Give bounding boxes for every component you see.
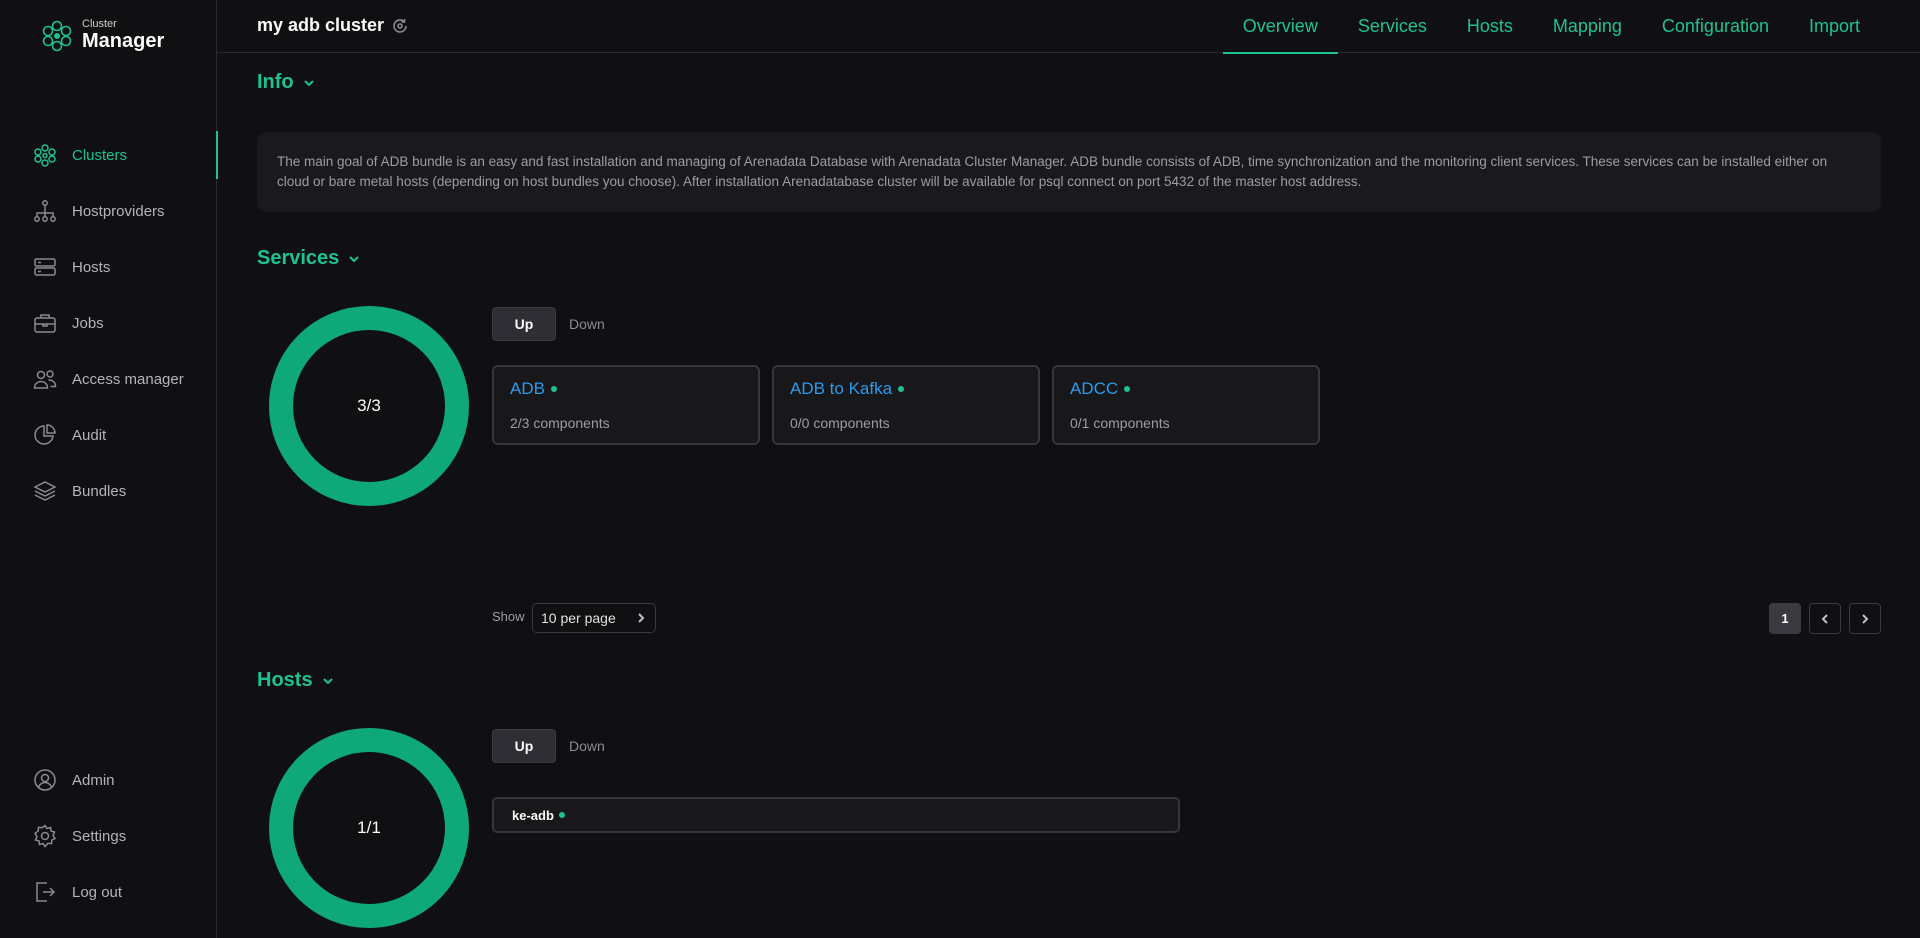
sidebar-item-label: Access manager	[72, 370, 184, 388]
sidebar-item-access-manager[interactable]: Access manager	[0, 355, 217, 403]
services-donut-label: 3/3	[357, 396, 381, 415]
sidebar-item-label: Settings	[72, 827, 127, 845]
services-section-title: Services	[257, 247, 340, 269]
chevron-down-icon	[322, 677, 333, 684]
brand-big: Manager	[82, 30, 165, 52]
status-dot	[558, 812, 565, 818]
sidebar-item-bundles[interactable]: Bundles	[0, 467, 217, 515]
hosts-status-switch: Up Down	[492, 729, 605, 763]
sidebar-item-label: Hosts	[72, 258, 111, 276]
page-title: my adb cluster	[257, 15, 385, 35]
sidebar-item-label: Jobs	[72, 314, 104, 332]
page-button[interactable]: 1	[1769, 603, 1801, 634]
jobs-icon	[32, 310, 58, 336]
sidebar-item-hosts[interactable]: Hosts	[0, 243, 217, 291]
per-page-select[interactable]: 10 per page	[532, 603, 656, 633]
sidebar-item-audit[interactable]: Audit	[0, 411, 217, 459]
sidebar-item-hostproviders[interactable]: Hostproviders	[0, 187, 217, 235]
main-content: Info The main goal of ADB bundle is an e…	[217, 54, 1920, 938]
sidebar-item-label: Hostproviders	[72, 202, 165, 220]
sidebar-item-label: Audit	[72, 426, 107, 444]
service-card[interactable]: ADB to Kafka 0/0 components	[772, 365, 1040, 445]
brand-small: Cluster	[82, 18, 117, 30]
prev-page-button[interactable]	[1809, 603, 1841, 634]
show-label: Show	[492, 609, 525, 624]
sidebar-item-admin[interactable]: Admin	[0, 756, 217, 804]
info-section-toggle[interactable]: Info	[257, 71, 316, 94]
audit-icon	[32, 422, 58, 448]
logout-icon	[32, 879, 58, 905]
chevron-right-icon	[1862, 613, 1869, 624]
logo-icon	[42, 20, 72, 52]
hostproviders-icon	[32, 198, 58, 224]
service-name: ADB	[510, 379, 545, 398]
service-components: 0/0 components	[790, 415, 890, 431]
service-card[interactable]: ADCC 0/1 components	[1052, 365, 1320, 445]
services-status-donut: 3/3	[269, 306, 469, 506]
hosts-down-button[interactable]: Down	[569, 738, 605, 754]
chevron-left-icon	[1821, 613, 1828, 624]
sidebar-item-clusters[interactable]: Clusters	[0, 131, 218, 179]
sidebar: Cluster Manager Clusters Hostproviders H…	[0, 0, 218, 938]
services-up-button[interactable]: Up	[492, 307, 556, 341]
sidebar-item-label: Log out	[72, 883, 123, 901]
tab-mapping[interactable]: Mapping	[1533, 0, 1642, 53]
admin-icon	[32, 767, 58, 793]
service-components: 2/3 components	[510, 415, 610, 431]
next-page-button[interactable]	[1849, 603, 1881, 634]
sidebar-item-settings[interactable]: Settings	[0, 812, 217, 860]
service-name: ADB to Kafka	[790, 379, 893, 398]
sidebar-item-label: Admin	[72, 771, 115, 789]
status-dot	[1124, 386, 1131, 392]
brand-logo[interactable]: Cluster Manager	[40, 18, 164, 52]
status-dot	[898, 386, 905, 392]
tab-services[interactable]: Services	[1338, 0, 1447, 53]
info-description: The main goal of ADB bundle is an easy a…	[257, 132, 1881, 212]
refresh-icon[interactable]	[391, 17, 409, 35]
info-section-title: Info	[257, 71, 294, 93]
services-down-button[interactable]: Down	[569, 316, 605, 332]
access-manager-icon	[32, 366, 58, 392]
clusters-icon	[32, 142, 58, 168]
service-components: 0/1 components	[1070, 415, 1170, 431]
hosts-section-title: Hosts	[257, 669, 313, 691]
hosts-up-button[interactable]: Up	[492, 729, 556, 763]
hosts-status-donut: 1/1	[269, 728, 469, 928]
tab-bar: Overview Services Hosts Mapping Configur…	[1222, 0, 1880, 54]
hosts-donut-label: 1/1	[357, 818, 381, 837]
hosts-section-toggle[interactable]: Hosts	[257, 669, 335, 692]
per-page-value: 10 per page	[541, 610, 616, 626]
pagination: 1	[1769, 603, 1881, 634]
hosts-icon	[32, 254, 58, 280]
service-card[interactable]: ADB 2/3 components	[492, 365, 760, 445]
sidebar-item-label: Clusters	[72, 146, 128, 164]
status-dot	[550, 386, 557, 392]
chevron-down-icon	[303, 79, 314, 86]
bundles-icon	[32, 478, 58, 504]
services-status-switch: Up Down	[492, 307, 605, 341]
app-root: Cluster Manager Clusters Hostproviders H…	[0, 0, 1920, 938]
tab-import[interactable]: Import	[1789, 0, 1880, 53]
chevron-right-icon	[638, 613, 645, 623]
chevron-down-icon	[349, 255, 360, 262]
page-header: my adb cluster Overview Services Hosts M…	[217, 0, 1920, 54]
sidebar-item-label: Bundles	[72, 482, 127, 500]
services-section-toggle[interactable]: Services	[257, 247, 361, 270]
host-card[interactable]: ke-adb	[492, 797, 1180, 833]
tab-hosts[interactable]: Hosts	[1447, 0, 1533, 53]
gear-icon	[32, 823, 58, 849]
service-name: ADCC	[1070, 379, 1119, 398]
sidebar-item-jobs[interactable]: Jobs	[0, 299, 217, 347]
host-name: ke-adb	[512, 807, 554, 823]
tab-configuration[interactable]: Configuration	[1642, 0, 1789, 53]
sidebar-item-logout[interactable]: Log out	[0, 868, 217, 916]
tab-overview[interactable]: Overview	[1222, 0, 1338, 54]
